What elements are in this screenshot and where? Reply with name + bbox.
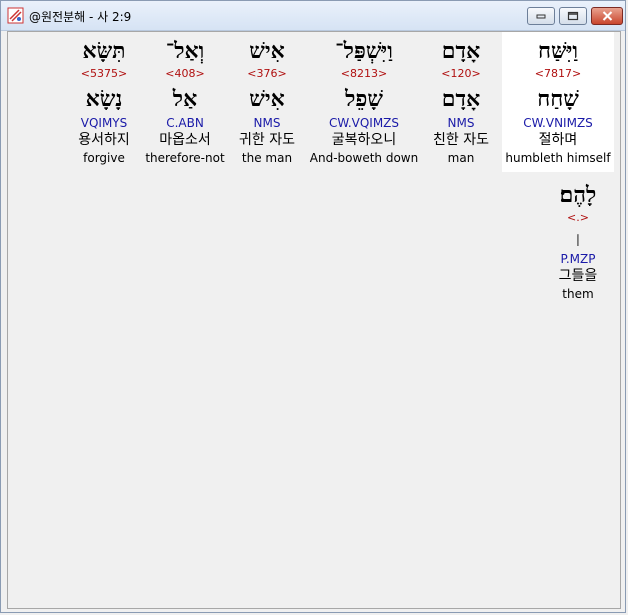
interlinear-panel[interactable]: וַיִּשַּׁח <7817> שָׁחַח CW.VNIMZS 절하며 h… <box>7 31 621 609</box>
korean-gloss: 마옵소서 <box>159 132 211 148</box>
korean-gloss: 그들을 <box>558 268 598 284</box>
word-column[interactable]: תִּשָּׂא <5375> נָשָׂא VQIMYS 용서하지 forgi… <box>66 32 142 172</box>
korean-gloss: 용서하지 <box>78 132 130 148</box>
hebrew-word: לָהֶם׃ <box>559 182 597 208</box>
korean-gloss: 굴복하오니 <box>331 132 397 148</box>
hebrew-word: אָדָם <box>441 38 481 64</box>
lemma: נָשָׂא <box>85 86 123 112</box>
word-column[interactable]: וַיִּשַּׁח <7817> שָׁחַח CW.VNIMZS 절하며 h… <box>502 32 614 172</box>
strong-number[interactable]: <408> <box>144 67 226 81</box>
hebrew-word: וַיִּשְׁפַּל־ <box>335 38 393 64</box>
lemma: אָדָם <box>441 86 481 112</box>
english-gloss: therefore-not <box>145 151 225 165</box>
strong-number[interactable]: <.> <box>542 211 614 225</box>
hebrew-word: וַיִּשַּׁח <box>538 38 578 64</box>
english-gloss: humbleth himself <box>505 151 611 165</box>
word-column[interactable]: אָדָם <120> אָדָם NMS 친한 자도 man <box>420 32 502 172</box>
strong-number[interactable]: <120> <box>420 67 502 81</box>
word-column[interactable]: וַיִּשְׁפַּל־ <8213> שָׁפֵל CW.VQIMZS 굴복… <box>308 32 420 172</box>
parsing-code: NMS <box>447 116 475 130</box>
korean-gloss: 친한 자도 <box>433 132 489 148</box>
parsing-code: CW.VNIMZS <box>523 116 593 130</box>
maximize-button[interactable] <box>559 7 587 25</box>
lemma: ׀ <box>575 236 581 247</box>
window-title: @원전분해 - 사 2:9 <box>29 10 132 24</box>
word-column[interactable]: אִישׁ <376> אִישׁ NMS 귀한 자도 the man <box>226 32 308 172</box>
minimize-button[interactable] <box>527 7 555 25</box>
close-button[interactable] <box>591 7 623 25</box>
close-icon <box>602 11 612 21</box>
lemma: שָׁחַח <box>537 86 579 112</box>
app-window: @원전분해 - 사 2:9 וַיִּשַּׁח <7817> שָׁחַח C… <box>0 0 626 613</box>
lemma: אַל <box>172 86 198 112</box>
parsing-code: C.ABN <box>166 116 204 130</box>
korean-gloss: 절하며 <box>538 132 578 148</box>
strong-number[interactable]: <8213> <box>308 67 420 81</box>
parsing-code: VQIMYS <box>80 116 128 130</box>
maximize-icon <box>567 11 579 21</box>
lemma: אִישׁ <box>249 86 285 112</box>
korean-gloss: 귀한 자도 <box>239 132 295 148</box>
strong-number[interactable]: <7817> <box>502 67 614 81</box>
strong-number[interactable]: <5375> <box>66 67 142 81</box>
strong-number[interactable]: <376> <box>226 67 308 81</box>
parsing-code: NMS <box>253 116 281 130</box>
word-column[interactable]: וְאַל־ <408> אַל C.ABN 마옵소서 therefore-no… <box>144 32 226 172</box>
word-column[interactable]: לָהֶם׃ <.> ׀ P.MZP 그들을 them <box>542 176 614 302</box>
english-gloss: the man <box>241 151 293 165</box>
english-gloss: man <box>447 151 475 165</box>
parsing-code: CW.VQIMZS <box>328 116 400 130</box>
english-gloss: forgive <box>83 151 125 165</box>
english-gloss: them <box>562 287 594 301</box>
parsing-code: P.MZP <box>560 252 596 266</box>
english-gloss: And-boweth down <box>309 151 419 165</box>
hebrew-word: אִישׁ <box>249 38 285 64</box>
minimize-icon <box>536 14 546 19</box>
hebrew-word: וְאַל־ <box>165 38 205 64</box>
lemma: שָׁפֵל <box>345 86 383 112</box>
hebrew-word: תִּשָּׂא <box>82 38 126 64</box>
app-icon <box>7 7 24 24</box>
title-bar[interactable]: @원전분해 - 사 2:9 <box>1 1 625 31</box>
